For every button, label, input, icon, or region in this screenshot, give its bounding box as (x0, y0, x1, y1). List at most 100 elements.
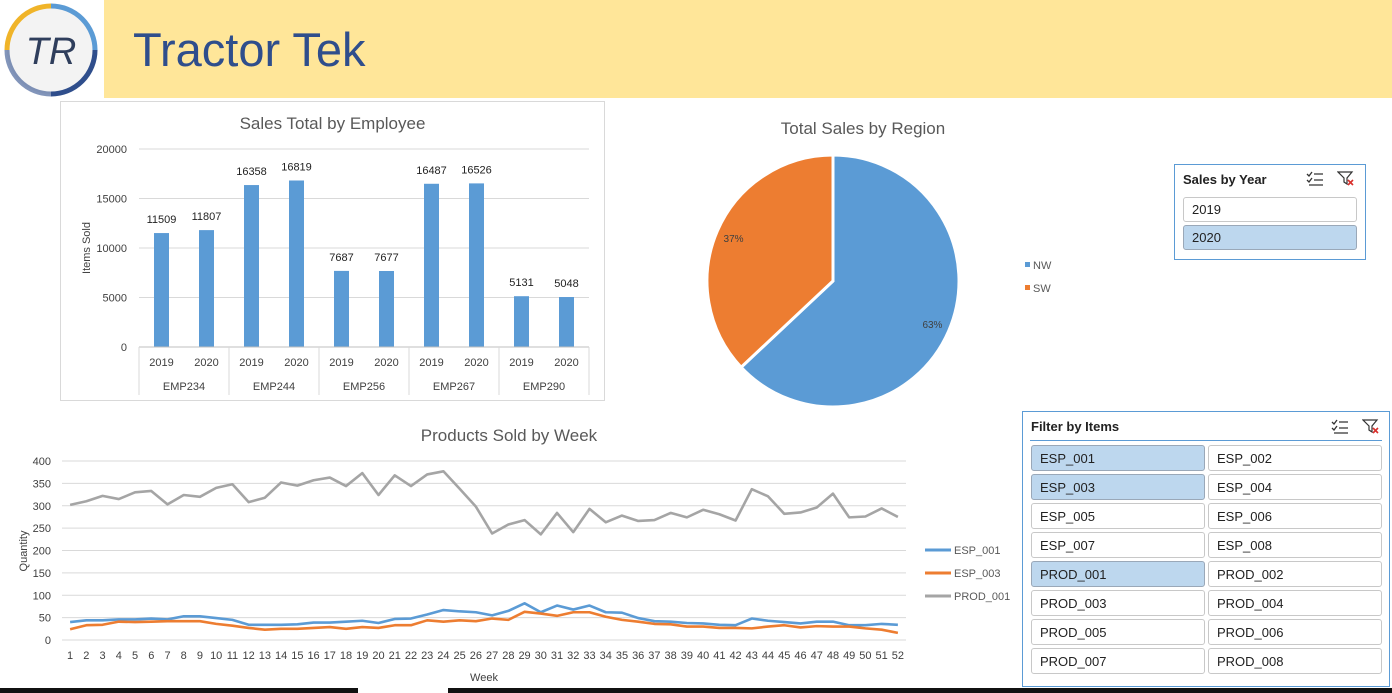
item-esp-004-button[interactable]: ESP_004 (1208, 474, 1382, 500)
item-prod-006-button[interactable]: PROD_006 (1208, 619, 1382, 645)
bar-value-label: 7677 (374, 252, 398, 264)
item-prod-005-button[interactable]: PROD_005 (1031, 619, 1205, 645)
y-tick-label: 300 (33, 501, 51, 513)
x-tick-label: 12 (243, 650, 255, 662)
x-tick-label: 25 (454, 650, 466, 662)
year-2020-button[interactable]: 2020 (1183, 225, 1357, 250)
item-esp-008-button[interactable]: ESP_008 (1208, 532, 1382, 558)
x-tick-label: 19 (356, 650, 368, 662)
group-label: EMP267 (433, 381, 475, 393)
item-prod-001-button[interactable]: PROD_001 (1031, 561, 1205, 587)
x-tick-label: 3 (100, 650, 106, 662)
bottom-edge (0, 688, 358, 693)
x-tick-label: 2019 (509, 357, 533, 369)
item-prod-004-button[interactable]: PROD_004 (1208, 590, 1382, 616)
x-tick-label: 33 (583, 650, 595, 662)
x-tick-label: 30 (535, 650, 547, 662)
legend-label: ESP_003 (954, 568, 1000, 580)
item-esp-005-button[interactable]: ESP_005 (1031, 503, 1205, 529)
x-tick-label: 2020 (374, 357, 398, 369)
bar-value-label: 16819 (281, 161, 312, 173)
x-tick-label: 43 (746, 650, 758, 662)
y-tick-label: 100 (33, 590, 51, 602)
legend-marker (1025, 285, 1030, 290)
products-by-week-chart[interactable]: 050100150200250300350400Quantity1 2 3 4 5 6 7 8… (0, 440, 1020, 688)
x-tick-label: 4 (116, 650, 122, 662)
clear-filter-icon[interactable] (1337, 171, 1355, 187)
x-tick-label: 13 (259, 650, 271, 662)
item-prod-002-button[interactable]: PROD_002 (1208, 561, 1382, 587)
legend-label: PROD_001 (954, 591, 1010, 603)
x-tick-label: 20 (372, 650, 384, 662)
bar-value-label: 16526 (461, 164, 492, 176)
item-esp-007-button[interactable]: ESP_007 (1031, 532, 1205, 558)
legend-label: NW (1033, 260, 1052, 272)
item-prod-007-button[interactable]: PROD_007 (1031, 648, 1205, 674)
multi-select-icon[interactable] (1331, 419, 1349, 435)
sales-by-region-chart[interactable]: 63% 37% NW SW (620, 140, 1100, 420)
group-label: EMP234 (163, 381, 205, 393)
slice-label: 63% (922, 320, 942, 331)
x-tick-label: 18 (340, 650, 352, 662)
bar (199, 230, 214, 347)
x-tick-label: 37 (648, 650, 660, 662)
x-tick-label: 46 (794, 650, 806, 662)
x-tick-label: 2020 (284, 357, 308, 369)
x-tick-label: 31 (551, 650, 563, 662)
x-tick-label: 48 (827, 650, 839, 662)
bar (244, 185, 259, 347)
y-tick-label: 350 (33, 478, 51, 490)
x-tick-label: 50 (859, 650, 871, 662)
x-tick-label: 47 (811, 650, 823, 662)
x-tick-label: 2019 (239, 357, 263, 369)
pie-chart-title: Total Sales by Region (780, 119, 946, 138)
x-tick-label: 1 (67, 650, 73, 662)
legend-marker (1025, 262, 1030, 267)
x-tick-label: 16 (307, 650, 319, 662)
bar (469, 183, 484, 347)
bar (289, 180, 304, 347)
y-tick-label: 15000 (96, 194, 127, 206)
item-esp-006-button[interactable]: ESP_006 (1208, 503, 1382, 529)
x-tick-label: 14 (275, 650, 287, 662)
x-tick-label: 29 (518, 650, 530, 662)
x-tick-label: 2020 (464, 357, 488, 369)
x-tick-label: 36 (632, 650, 644, 662)
x-tick-label: 17 (324, 650, 336, 662)
bar-value-label: 5131 (509, 277, 533, 289)
group-label: EMP244 (253, 381, 295, 393)
item-prod-003-button[interactable]: PROD_003 (1031, 590, 1205, 616)
item-prod-008-button[interactable]: PROD_008 (1208, 648, 1382, 674)
item-esp-001-button[interactable]: ESP_001 (1031, 445, 1205, 471)
year-2019-button[interactable]: 2019 (1183, 197, 1357, 222)
clear-filter-icon[interactable] (1362, 419, 1380, 435)
bar-value-label: 16358 (236, 166, 267, 178)
x-tick-label: 34 (600, 650, 612, 662)
x-tick-label: 15 (291, 650, 303, 662)
x-tick-label: 27 (486, 650, 498, 662)
bar-chart-plot: 0 5000 10000 15000 20000 Items Sold 11509 2019 1… (81, 144, 590, 395)
x-tick-label: 6 (148, 650, 154, 662)
x-tick-label: 42 (729, 650, 741, 662)
bar-value-label: 11509 (147, 214, 177, 226)
x-tick-label: 21 (389, 650, 401, 662)
x-tick-label: 22 (405, 650, 417, 662)
bar (334, 270, 349, 347)
x-tick-label: 49 (843, 650, 855, 662)
x-tick-label: 9 (197, 650, 203, 662)
y-axis-label: Items Sold (81, 222, 93, 274)
item-esp-003-button[interactable]: ESP_003 (1031, 474, 1205, 500)
x-tick-label: 26 (470, 650, 482, 662)
x-tick-label: 28 (502, 650, 514, 662)
y-tick-label: 250 (33, 523, 51, 535)
x-tick-label: 8 (181, 650, 187, 662)
multi-select-icon[interactable] (1306, 171, 1324, 187)
y-tick-label: 0 (121, 342, 127, 354)
x-tick-label: 23 (421, 650, 433, 662)
item-esp-002-button[interactable]: ESP_002 (1208, 445, 1382, 471)
x-tick-label: 2019 (329, 357, 353, 369)
page-title: Tractor Tek (133, 23, 366, 76)
x-tick-label: 32 (567, 650, 579, 662)
x-tick-label: 10 (210, 650, 222, 662)
x-tick-label: 38 (665, 650, 677, 662)
